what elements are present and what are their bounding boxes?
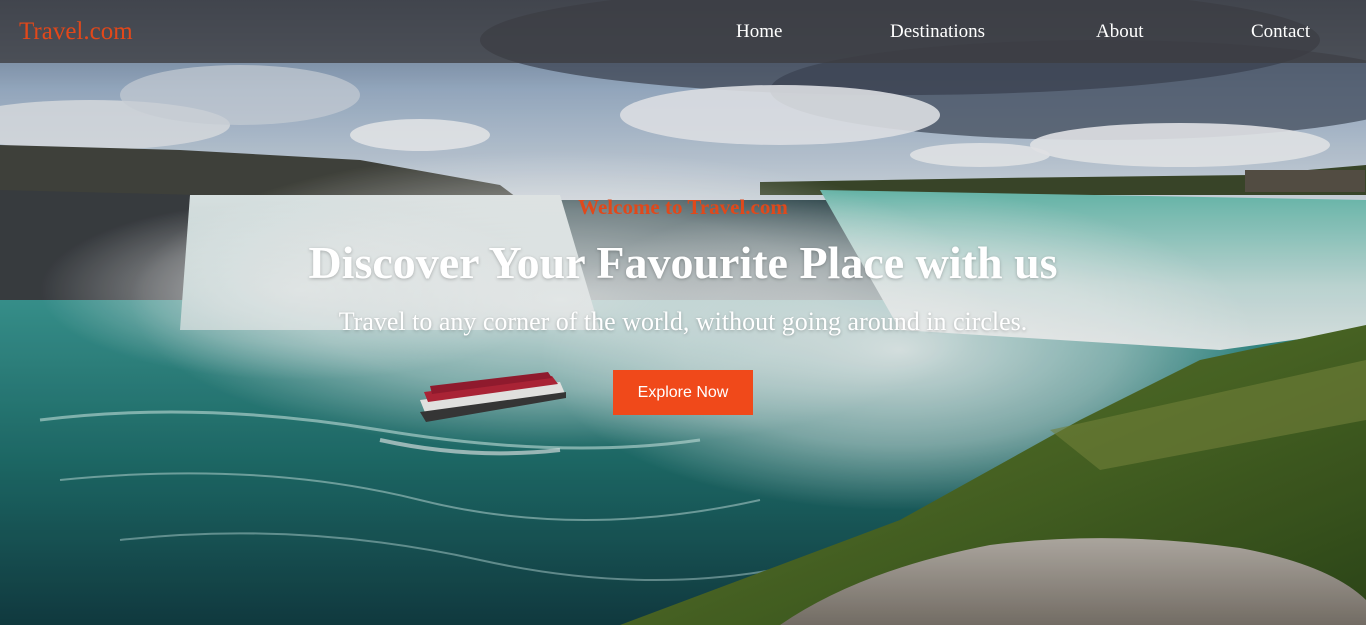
top-navbar: Travel.com Home Destinations About Conta… [0,0,1366,63]
site-logo[interactable]: Travel.com [19,16,133,48]
hero-subheadline: Travel to any corner of the world, witho… [338,307,1028,336]
hero-content: Welcome to Travel.com Discover Your Favo… [0,0,1366,625]
hero-section: Travel.com Home Destinations About Conta… [0,0,1366,625]
explore-now-button[interactable]: Explore Now [613,370,753,415]
nav-link-contact[interactable]: Contact [1251,20,1310,44]
hero-welcome-text: Welcome to Travel.com [578,195,788,219]
hero-headline: Discover Your Favourite Place with us [308,237,1058,288]
nav-link-destinations[interactable]: Destinations [890,20,985,44]
nav-link-about[interactable]: About [1096,20,1144,44]
nav-link-home[interactable]: Home [736,20,782,44]
